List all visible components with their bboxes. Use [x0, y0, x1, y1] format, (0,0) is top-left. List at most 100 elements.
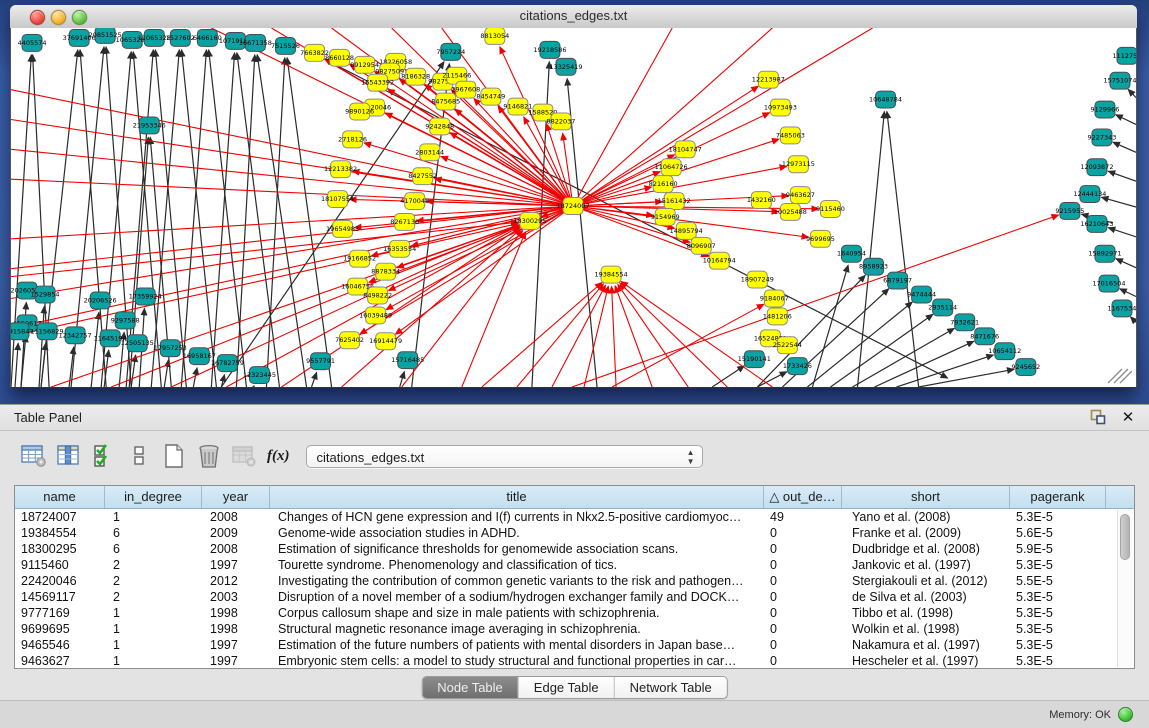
graph-node-label: 1167534: [1108, 304, 1136, 312]
graph-node-label: 1112753: [1113, 52, 1136, 60]
graph-node-label: 2803144: [415, 148, 444, 156]
graph-node-label: 2718126: [338, 135, 367, 143]
column-header-out_de[interactable]: △ out_de…: [764, 486, 842, 508]
table-cell: 0: [764, 621, 842, 637]
graph-edge: [1108, 228, 1136, 237]
function-builder-icon[interactable]: f(x): [267, 448, 290, 465]
table-header-row: namein_degreeyeartitle△ out_de…shortpage…: [15, 486, 1134, 509]
graph-node-label: 10164794: [703, 257, 736, 265]
table-row[interactable]: 1456911722003Disruption of a novel membe…: [15, 589, 1134, 605]
column-header-short[interactable]: short: [842, 486, 1010, 508]
table-cell: 2008: [202, 509, 270, 525]
select-all-icon[interactable]: [90, 442, 118, 470]
float-panel-icon[interactable]: [1089, 408, 1107, 426]
column-header-pagerank[interactable]: pagerank: [1010, 486, 1106, 508]
table-cell: 1: [105, 621, 202, 637]
window-title: citations_edges.txt: [10, 8, 1137, 23]
graph-node-label: 9699695: [806, 235, 835, 243]
graph-node-label: 8471676: [970, 332, 999, 340]
table-panel-header: Table Panel ✕: [0, 405, 1149, 431]
graph-edge: [236, 55, 254, 387]
graph-node-label: 7932621: [950, 318, 979, 326]
graph-edge: [1128, 89, 1136, 97]
tab-edge-table[interactable]: Edge Table: [518, 677, 614, 698]
table-cell: 1997: [202, 637, 270, 653]
window-titlebar[interactable]: citations_edges.txt: [10, 5, 1137, 29]
table-cell: 9699695: [15, 621, 105, 637]
table-selector-dropdown[interactable]: citations_edges.txt ▲▼: [306, 445, 703, 468]
graph-node-label: 17957253: [154, 344, 187, 352]
graph-edge: [1130, 317, 1136, 322]
close-panel-icon[interactable]: ✕: [1119, 408, 1137, 426]
network-canvas[interactable]: 1872400718300295193845544405574376914062…: [10, 28, 1137, 388]
column-header-in_degree[interactable]: in_degree: [105, 486, 202, 508]
table-row[interactable]: 2242004622012Investigating the contribut…: [15, 573, 1134, 589]
graph-node-label: 7485063: [776, 131, 805, 139]
table-vertical-scrollbar[interactable]: [1117, 510, 1133, 667]
graph-edge: [1116, 115, 1136, 125]
graph-edge: [919, 369, 1014, 387]
table-cell: 5.6E-5: [1010, 525, 1106, 541]
graph-node-label: 8096907: [687, 242, 716, 250]
column-header-year[interactable]: year: [202, 486, 270, 508]
delete-table-icon[interactable]: [195, 442, 223, 470]
clear-selection-icon[interactable]: [125, 442, 153, 470]
table-row[interactable]: 946554611997Estimation of the future num…: [15, 637, 1134, 653]
table-row[interactable]: 911546021997Tourette syndrome. Phenomeno…: [15, 557, 1134, 573]
graph-node-label: 1527602: [166, 34, 195, 42]
graph-node-label: 12213382: [324, 165, 357, 173]
new-table-icon[interactable]: [160, 442, 188, 470]
column-header-name[interactable]: name: [15, 486, 105, 508]
tab-network-table[interactable]: Network Table: [614, 677, 727, 698]
table-body: 18724007 1 2008Changes of HCN gene express…: [15, 509, 1134, 669]
table-cell: 1: [105, 653, 202, 669]
table-row[interactable]: 946362711997Embryonic stem cells: a mode…: [15, 653, 1134, 669]
graph-node-label: 19166852: [343, 255, 376, 263]
status-bar: Memory: OK: [0, 700, 1149, 728]
graph-node-label: 9557791: [306, 357, 335, 365]
graph-node-label: 19654983: [326, 225, 359, 233]
graph-edge: [621, 281, 772, 387]
table-settings-icon[interactable]: [20, 442, 48, 470]
graph-node-label: 10973493: [764, 104, 797, 112]
graph-node-label: 4170048: [400, 197, 429, 205]
graph-edge: [618, 284, 688, 387]
table-cell: 0: [764, 525, 842, 541]
graph-node-label: 8216160: [649, 180, 678, 188]
graph-canvas-svg[interactable]: 1872400718300295193845544405574376914062…: [11, 28, 1136, 387]
table-cell: 6: [105, 541, 202, 557]
graph-node-label: 7625402: [335, 336, 364, 344]
network-view-window: citations_edges.txt 18724007183002951938…: [10, 5, 1137, 388]
scrollbar-thumb[interactable]: [1120, 514, 1130, 560]
table-row[interactable]: 977716911998Corpus callosum shape and si…: [15, 605, 1134, 621]
graph-node-label: 16210643: [1080, 220, 1113, 228]
table-row[interactable]: 969969511998Structural magnetic resonanc…: [15, 621, 1134, 637]
graph-edge: [615, 286, 652, 387]
table-cell: Hescheler et al. (1997): [842, 653, 1010, 669]
table-cell: 1: [105, 637, 202, 653]
table-cell: 22420046: [15, 573, 105, 589]
select-columns-icon[interactable]: [55, 442, 83, 470]
graph-node-label: 8958923: [859, 263, 888, 271]
graph-node-label: 16914479: [369, 337, 402, 345]
graph-node-label: 8813054: [480, 32, 509, 40]
graph-node-label: 12973115: [782, 160, 815, 168]
graph-edge: [612, 304, 764, 387]
table-cell: 0: [764, 637, 842, 653]
table-row[interactable]: 1938455462009Genome-wide association stu…: [15, 525, 1134, 541]
table-row[interactable]: 1830029562008Estimation of significance …: [15, 541, 1134, 557]
window-resize-grip[interactable]: [1106, 367, 1132, 385]
graph-node-label: 15716485: [391, 356, 424, 364]
tab-node-table[interactable]: Node Table: [422, 677, 518, 698]
table-cell: 18724007: [15, 509, 105, 525]
table-cell: Changes of HCN gene expression and I(f) …: [270, 509, 764, 525]
table-tabs: Node TableEdge TableNetwork Table: [421, 676, 728, 699]
graph-node-label: 13325419: [549, 63, 582, 71]
column-header-title[interactable]: title: [270, 486, 764, 508]
graph-node-label: 2115466: [442, 72, 471, 80]
graph-node-label: 2522544: [773, 341, 802, 349]
table-row[interactable]: 1872400712008Changes of HCN gene express…: [15, 509, 1134, 525]
graph-node-label: 9242848: [425, 122, 454, 130]
graph-edge: [193, 368, 197, 387]
graph-edge: [462, 232, 526, 387]
